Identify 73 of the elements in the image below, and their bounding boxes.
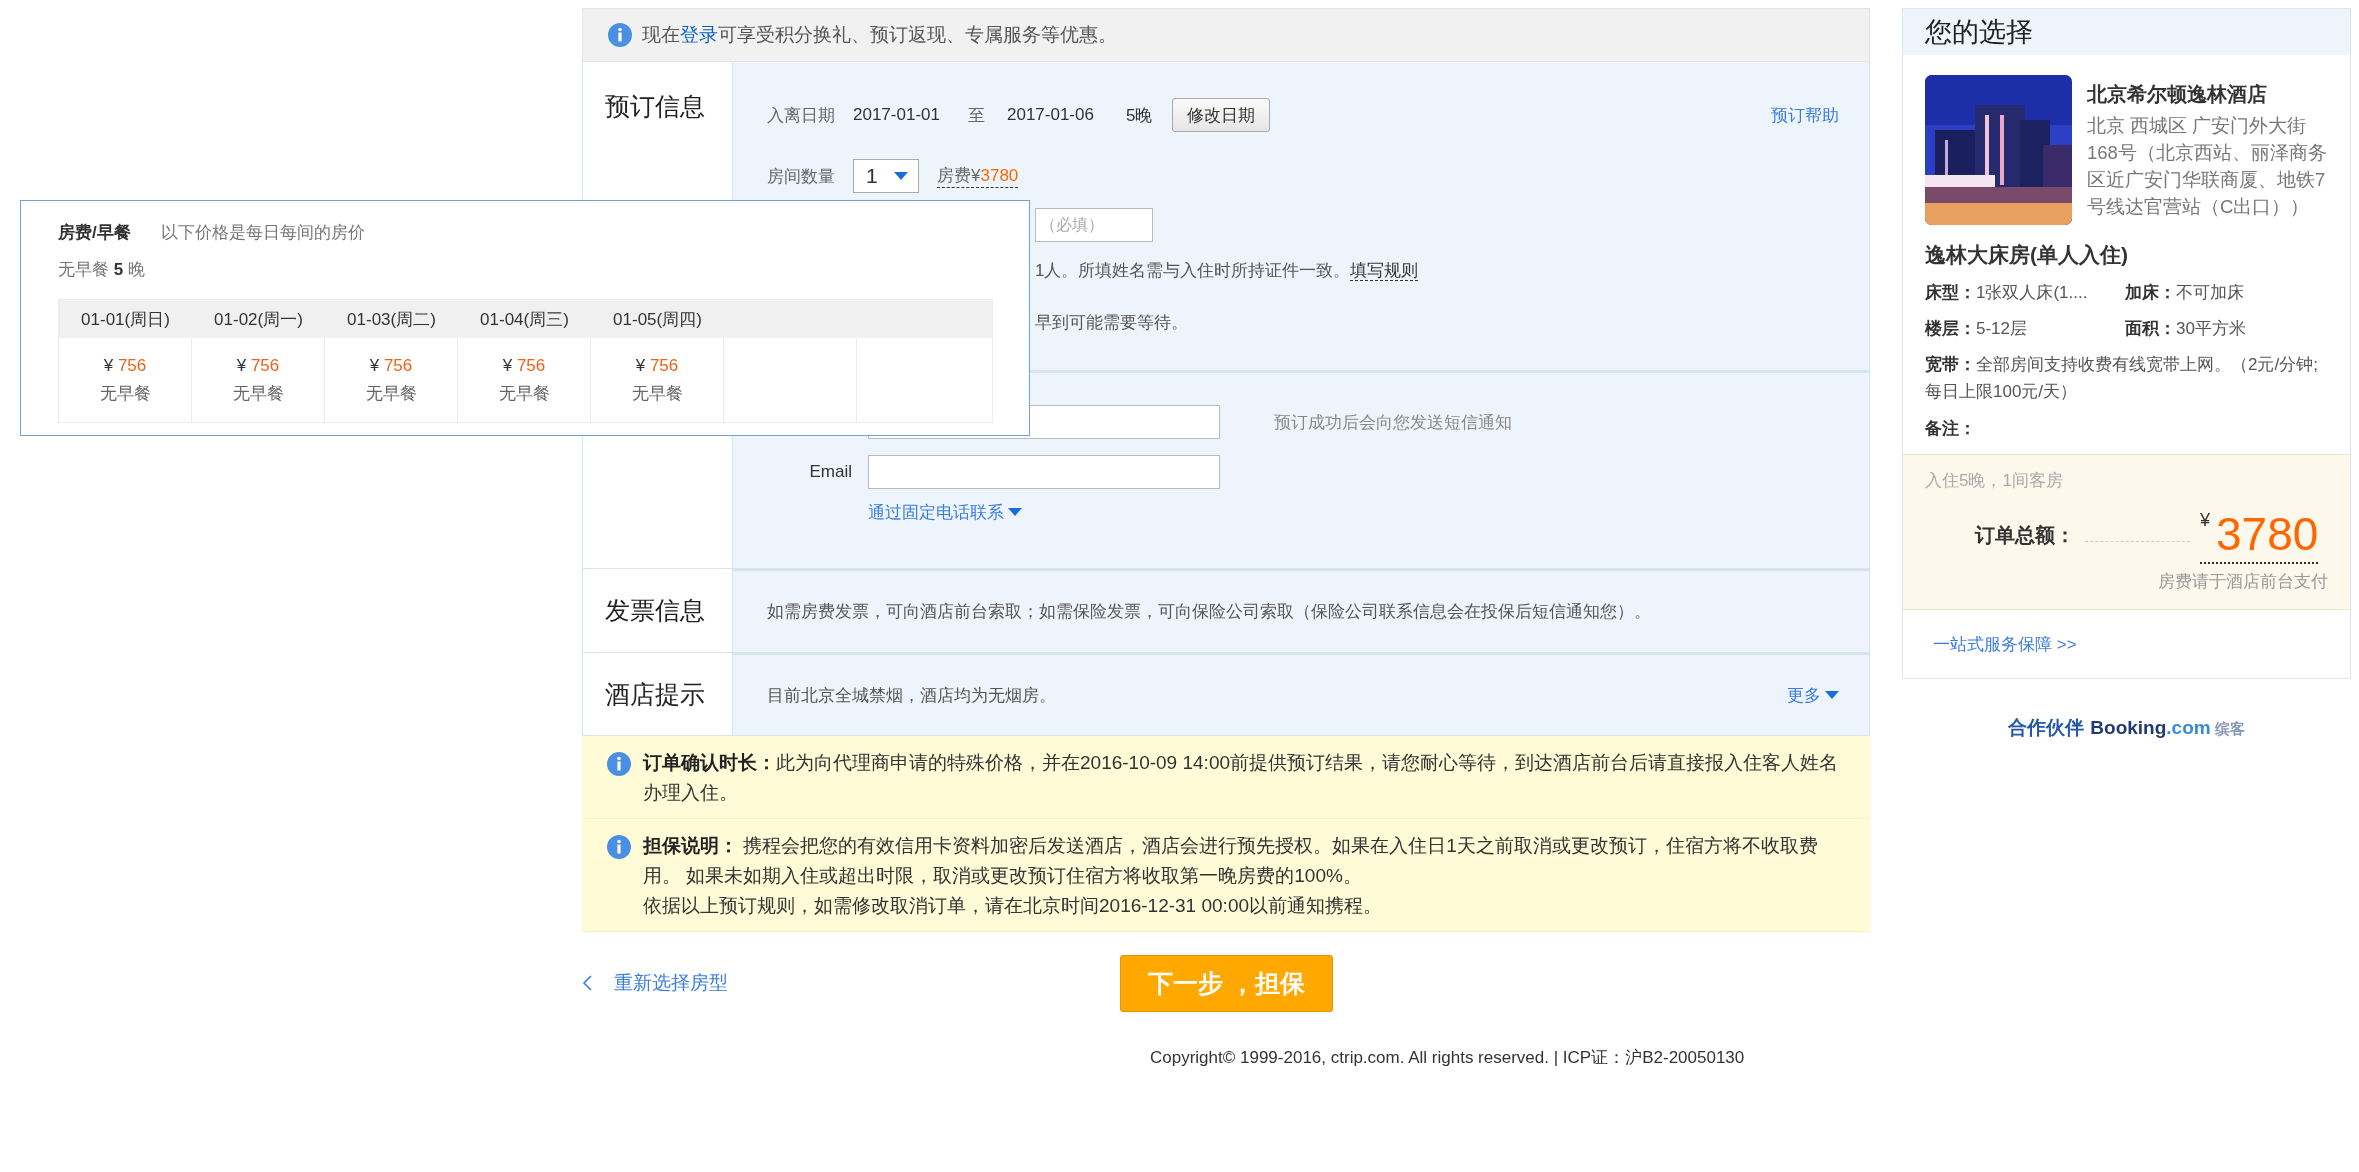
policy-text: 担保说明： 携程会把您的有效信用卡资料加密后发送酒店，酒店会进行预先授权。如果在入住日1天之前取消或更改预订，住宿方将不收取费用。 如果未如期入住或超出时限，取消或更改预订住宿方将收取第一晚房费的100%。	[643, 834, 1819, 888]
date-header: 01-01(周日)	[81, 308, 170, 331]
room-name: 逸林大床房(单人入住)	[1925, 242, 2129, 268]
room-detail: 加床：不可加床	[2125, 282, 2245, 304]
field-label: 入离日期	[767, 104, 835, 127]
info-icon	[607, 752, 631, 776]
date-header: 01-04(周三)	[480, 308, 569, 331]
section-title: 预订信息	[605, 91, 705, 122]
guest-note: 1人。所填姓名需与入住时所持证件一致。填写规则	[1035, 259, 1419, 282]
hotel-tip-text: 目前北京全城禁烟，酒店均为无烟房。	[767, 684, 1056, 707]
policy-text: 依据以上预订规则，如需修改取消订单，请在北京时间2016-12-31 00:00以前通知携程。	[643, 894, 1383, 918]
stay-summary: 入住5晚，1间客房	[1925, 470, 2064, 492]
partner-logo: 合作伙伴 Booking.com 缤客	[2008, 716, 2245, 740]
date-separator: 至	[967, 104, 985, 127]
checkin-date: 2017-01-01	[853, 105, 940, 125]
date-header: 01-02(周一)	[214, 308, 303, 331]
service-link[interactable]: 一站式服务保障 >>	[1933, 632, 2077, 656]
room-fee-link[interactable]: 房费¥3780	[937, 164, 1019, 188]
invoice-text: 如需房费发票，可向酒店前台索取；如需保险发票，可向保险公司索取（保险公司联系信息会在投保后短信通知您）。	[767, 601, 1651, 623]
rules-link[interactable]: 填写规则	[1350, 260, 1419, 281]
popup-title: 房费/早餐	[58, 222, 131, 244]
caret-icon	[1008, 507, 1022, 517]
info-icon	[608, 23, 632, 47]
hotel-name: 北京希尔顿逸林酒店	[2087, 82, 2268, 107]
landline-link[interactable]: 通过固定电话联系	[868, 500, 1022, 524]
notice-text: 现在登录可享受积分换礼、预订返现、专属服务等优惠。	[642, 23, 1117, 47]
hotel-address: 北京 西城区 广安门外大街168号（北京西站、丽泽商务区近广安门华联商厦、地铁7号线达官营站（C出口））	[2087, 114, 2328, 219]
total-label: 订单总额：	[1975, 522, 2075, 548]
email-field[interactable]	[868, 455, 1220, 489]
more-link[interactable]: 更多	[1787, 683, 1839, 707]
meal-text: 无早餐	[99, 382, 151, 405]
meal-text: 无早餐	[232, 382, 284, 405]
sms-note: 预订成功后会向您发送短信通知	[1274, 411, 1512, 434]
currency-symbol: ¥	[2200, 510, 2210, 531]
checkout-date: 2017-01-06	[1006, 105, 1094, 125]
field-label: 房间数量	[767, 165, 835, 188]
room-detail: 床型：1张双人床(1....	[1925, 282, 2089, 304]
remark-label: 备注：	[1925, 418, 1977, 440]
meal-text: 无早餐	[631, 382, 683, 405]
meal-text: 无早餐	[498, 382, 550, 405]
caret-icon	[894, 171, 908, 181]
nights-count: 5晚	[1125, 104, 1153, 127]
price-text: ¥ 756	[103, 355, 147, 376]
guest-name-field[interactable]: （必填）	[1035, 208, 1153, 242]
policy-text: 订单确认时长：此为向代理商申请的特殊价格，并在2016-10-09 14:00前提供预订结果，请您耐心等待，到达酒店前台后请直接报入住客人姓名办理入住。	[643, 751, 1839, 805]
pay-note: 房费请于酒店前台支付	[2157, 571, 2328, 593]
back-link[interactable]: 重新选择房型	[582, 970, 728, 996]
broadband-text: 宽带：全部房间支持收费有线宽带上网。（2元/分钟;每日上限100元/天）	[1925, 354, 2319, 403]
price-text: ¥ 756	[635, 355, 679, 376]
date-header: 01-05(周四)	[613, 308, 702, 331]
meal-nights-text: 无早餐 5 晚	[58, 259, 146, 281]
room-count-select[interactable]: 1	[853, 159, 919, 193]
copyright-text: Copyright© 1999-2016, ctrip.com. All rights reserved. | ICP证：沪B2-20050130	[1149, 1047, 1746, 1069]
price-text: ¥ 756	[369, 355, 413, 376]
email-label: Email	[808, 462, 852, 482]
arrival-note: 早到可能需要等待。	[1035, 311, 1188, 334]
popup-subtitle: 以下价格是每日每间的房价	[160, 222, 365, 244]
meal-text: 无早餐	[365, 382, 417, 405]
change-date-button[interactable]: 修改日期	[1172, 98, 1271, 132]
chevron-left-icon	[582, 975, 592, 991]
total-amount: 3780	[2216, 507, 2319, 562]
caret-icon	[1825, 690, 1839, 700]
price-text: ¥ 756	[236, 355, 280, 376]
section-title: 酒店提示	[605, 678, 705, 710]
card-title: 您的选择	[1925, 16, 2033, 49]
section-title: 发票信息	[605, 595, 705, 626]
help-link[interactable]: 预订帮助	[1771, 103, 1839, 127]
room-detail: 楼层：5-12层	[1925, 318, 2029, 340]
login-link[interactable]: 登录	[680, 24, 718, 45]
price-text: ¥ 756	[502, 355, 546, 376]
info-icon	[607, 835, 631, 859]
room-detail: 面积：30平方米	[2125, 318, 2247, 340]
date-header: 01-03(周二)	[347, 308, 436, 331]
